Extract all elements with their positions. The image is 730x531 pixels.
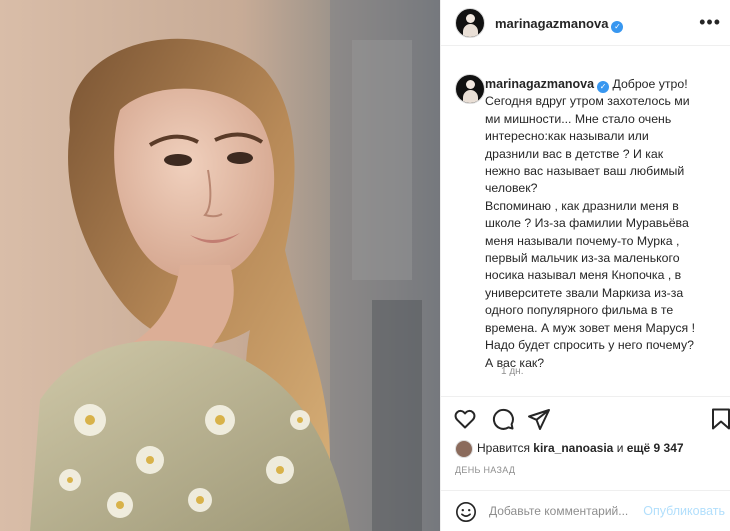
caption-line: интересно:как называли или [485, 129, 649, 144]
caption-line: ми мишности... Мне стало очень [485, 111, 672, 126]
likes-prefix: Нравится [477, 441, 530, 456]
verified-badge-icon: ✓ [611, 21, 624, 33]
caption-line: Сегодня вдруг утром захотелось ми [485, 94, 690, 109]
comment-icon[interactable] [491, 407, 515, 431]
post-date[interactable]: ДЕНЬ НАЗАД [455, 465, 515, 475]
post-photo[interactable] [0, 0, 440, 531]
caption-author-username[interactable]: marinagazmanova [485, 77, 594, 91]
more-options-icon[interactable]: ••• [699, 12, 721, 33]
caption-line: одного популярного фильма в те [485, 303, 674, 318]
portrait-illustration [0, 0, 440, 531]
caption-line: Вспоминаю , как дразнили меня в [485, 198, 679, 213]
caption-line: меня называли почему-то Мурка , [485, 233, 680, 248]
comment-bar: Опубликовать [441, 490, 730, 531]
post-side-panel: marinagazmanova ✓ ••• marinagazmanova ✓ До… [440, 0, 730, 531]
caption-line: первый мальчик из-за маленького [485, 251, 680, 266]
liker-username[interactable]: kira_nanoasia [533, 441, 613, 455]
likes-count[interactable]: ещё 9 347 [627, 441, 684, 455]
caption-timestamp[interactable]: 1 дн. [501, 366, 523, 377]
author-name-row: marinagazmanova ✓ [495, 15, 624, 33]
caption-line: нежно вас называет ваш любимый [485, 164, 685, 179]
liker-avatar[interactable] [455, 440, 473, 458]
post-caption: marinagazmanova ✓ Доброе утро! Сегодня вд… [485, 76, 725, 372]
caption-verified-badge-icon: ✓ [597, 81, 610, 93]
author-username[interactable]: marinagazmanova [495, 16, 608, 31]
caption-line: времена. А муж зовет меня Маруся ! [485, 320, 696, 335]
post-header: marinagazmanova ✓ ••• [441, 0, 730, 46]
caption-author-avatar[interactable] [455, 74, 485, 104]
caption-line: дразнили вас в детстве ? И как [485, 146, 664, 161]
action-bar [441, 396, 730, 436]
heart-icon[interactable] [453, 407, 477, 431]
caption-line: университете звали Маркиза из-за [485, 285, 684, 300]
caption-line: человек? [485, 181, 538, 196]
caption-line: носика называл меня Кнопочка , в [485, 268, 682, 283]
caption-line: Надо будет спросить у него почему? [485, 338, 694, 353]
emoji-icon[interactable] [455, 501, 477, 523]
share-icon[interactable] [527, 407, 551, 431]
caption-line: Доброе утро! [612, 77, 688, 91]
likes-summary: Нравится kira_nanoasia и ещё 9 347 [455, 440, 684, 458]
publish-button[interactable]: Опубликовать [643, 504, 725, 518]
bookmark-icon[interactable] [709, 407, 730, 431]
caption-line: школе ? Из-за фамилии Муравьёва [485, 216, 689, 231]
author-avatar[interactable] [455, 8, 485, 38]
comment-input[interactable] [489, 504, 639, 518]
likes-middle: и [616, 441, 624, 456]
